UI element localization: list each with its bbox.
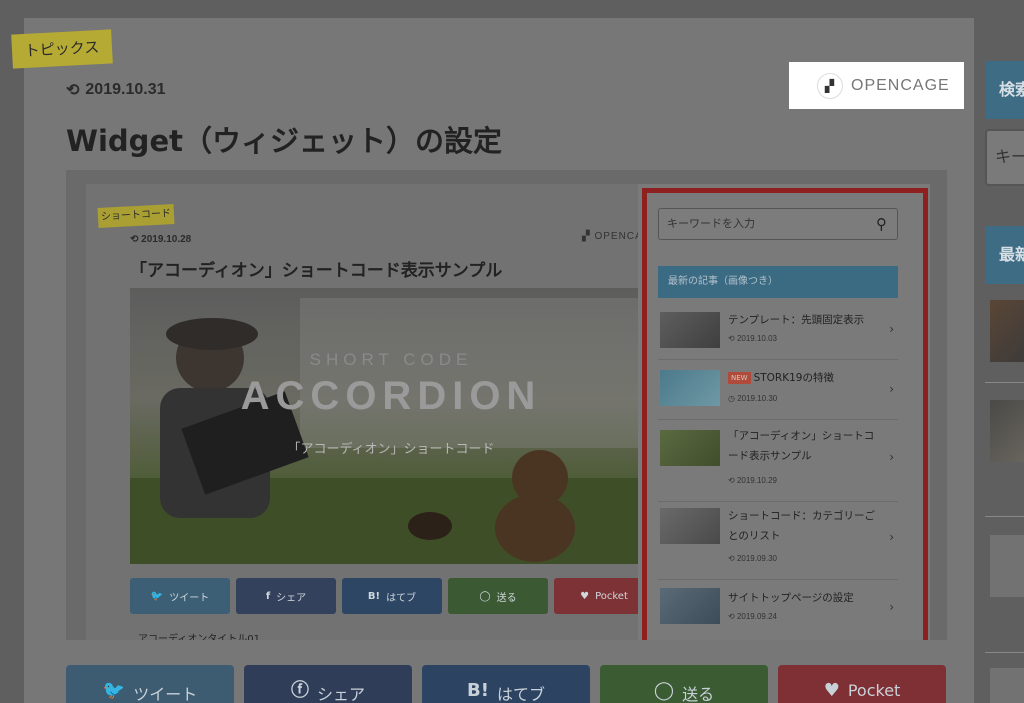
widget-item-thumb — [660, 430, 720, 466]
pocket-icon: ♥ — [580, 590, 590, 602]
brand-logo[interactable]: ▞ OPENCAGE — [789, 62, 964, 109]
widget-item: NEW STORK19の特徴 ◷ 2019.10.30 › — [658, 364, 898, 420]
hero-scene — [130, 298, 652, 564]
opencage-logo-icon: ▞ — [817, 72, 843, 99]
screenshot-accordion-title: アコーディオンタイトル01 — [138, 634, 261, 640]
widget-item-date: ⟲ 2019.09.30 — [728, 554, 777, 563]
updated-icon: ⟲ — [66, 82, 80, 99]
pocket-icon: ♥ — [823, 680, 840, 701]
widget-item-thumb — [660, 312, 720, 348]
widget-item: テンプレート：先頭固定表示 ⟲ 2019.10.03 › — [658, 306, 898, 360]
search-icon: ⚲ — [876, 215, 887, 233]
widget-heading: 最新の記事（画像つき） — [658, 266, 898, 298]
line-icon: ◯ — [479, 590, 491, 602]
post-date: ⟲ 2019.10.31 — [66, 80, 165, 100]
widget-item-title: ショートコード：カテゴリーごとのリスト — [728, 510, 875, 542]
widget-item-title: NEW STORK19の特徴 — [728, 368, 878, 388]
chevron-right-icon: › — [889, 382, 894, 396]
twitter-icon: 🐦 — [150, 590, 164, 602]
sidebar-divider — [985, 382, 1024, 383]
sidebar-latest-heading: 最新 — [985, 226, 1024, 284]
widget-item: サイトトップページの設定 ⟲ 2019.09.24 › — [658, 584, 898, 640]
widget-item-title: サイトトップページの設定 — [728, 592, 854, 604]
category-tag[interactable]: トピックス — [11, 29, 113, 69]
line-icon: ◯ — [653, 680, 675, 701]
sidebar-search-input[interactable]: キー — [985, 129, 1024, 186]
sidebar-divider — [985, 652, 1024, 653]
hatena-icon: B! — [467, 680, 489, 701]
facebook-icon: f — [265, 590, 271, 602]
widget-item: 「アコーディオン」ショートコード表示サンプル ⟲ 2019.10.29 › — [658, 424, 898, 502]
widget-item-date: ◷ 2019.10.30 — [728, 394, 778, 403]
widget-item-date: ⟲ 2019.09.24 — [728, 612, 777, 621]
chevron-right-icon: › — [889, 600, 894, 614]
screenshot-date: ⟲ 2019.10.28 — [130, 234, 192, 245]
page-title: Widget（ウィジェット）の設定 — [66, 124, 502, 158]
twitter-icon: 🐦 — [102, 680, 126, 701]
share-facebook-button[interactable]: ⓕ シェア — [244, 665, 412, 703]
sidebar-thumb-4[interactable] — [990, 668, 1024, 703]
screenshot-share-facebook: f シェア — [236, 578, 336, 614]
screenshot-share-bar: 🐦 ツイート f シェア B! はてブ ◯ 送る ♥ Pocket — [130, 578, 654, 614]
screenshot-share-twitter: 🐦 ツイート — [130, 578, 230, 614]
brand-name: OPENCAGE — [851, 76, 950, 94]
post-date-text: 2019.10.31 — [85, 81, 166, 98]
screenshot-title: 「アコーディオン」ショートコード表示サンプル — [130, 261, 503, 281]
widget-search-box: キーワードを入力 ⚲ — [658, 208, 898, 240]
share-pocket-button[interactable]: ♥ Pocket — [778, 665, 946, 703]
widget-item-date: ⟲ 2019.10.29 — [728, 476, 777, 485]
widget-item-title: 「アコーディオン」ショートコード表示サンプル — [728, 430, 875, 462]
facebook-icon: ⓕ — [290, 680, 309, 701]
widget-item-thumb — [660, 370, 720, 406]
chevron-right-icon: › — [889, 322, 894, 336]
share-bar: 🐦 ツイート ⓕ シェア B! はてブ ◯ 送る ♥ Pocket — [66, 665, 946, 703]
sidebar-search-heading: 検索 — [985, 61, 1024, 119]
hero-image: SHORT CODE ACCORDION 「アコーディオン」ショートコード — [130, 288, 652, 564]
widget-item-title: テンプレート：先頭固定表示 — [728, 314, 865, 326]
hero-subtitle: SHORT CODE — [309, 350, 473, 369]
widget-screenshot: ショートコード ⟲ 2019.10.28 ▞ OPENCAGE 「アコーディオン… — [66, 170, 947, 640]
chevron-right-icon: › — [889, 450, 894, 464]
share-twitter-button[interactable]: 🐦 ツイート — [66, 665, 234, 703]
sidebar-divider — [985, 516, 1024, 517]
chevron-right-icon: › — [889, 530, 894, 544]
screenshot-share-line: ◯ 送る — [448, 578, 548, 614]
sidebar-thumb-1[interactable] — [990, 300, 1024, 362]
sidebar-thumb-2[interactable] — [990, 400, 1024, 462]
share-hatena-button[interactable]: B! はてブ — [422, 665, 590, 703]
hero-heading: ACCORDION — [240, 374, 542, 418]
widget-item-date: ⟲ 2019.10.03 — [728, 334, 777, 343]
hatena-icon: B! — [367, 590, 381, 602]
widget-item: ショートコード：カテゴリーごとのリスト ⟲ 2019.09.30 › — [658, 506, 898, 580]
screenshot-category-tag: ショートコード — [97, 204, 175, 228]
widget-item-thumb — [660, 588, 720, 624]
hero-caption: 「アコーディオン」ショートコード — [287, 442, 495, 457]
new-badge: NEW — [728, 372, 751, 384]
widget-item-thumb — [660, 508, 720, 544]
sidebar-thumb-3[interactable] — [990, 535, 1024, 597]
share-line-button[interactable]: ◯ 送る — [600, 665, 768, 703]
screenshot-share-hatena: B! はてブ — [342, 578, 442, 614]
